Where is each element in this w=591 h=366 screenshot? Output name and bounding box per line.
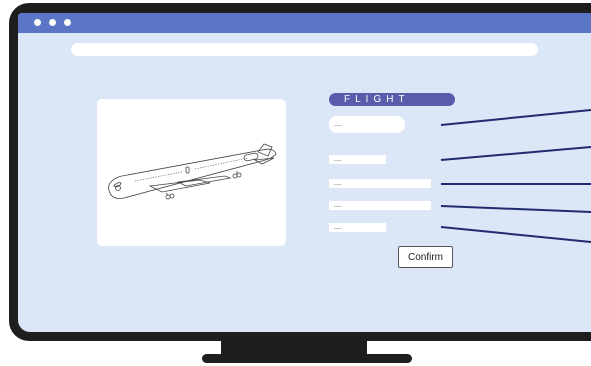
flight-field-3[interactable]: .... <box>329 179 431 188</box>
window-titlebar <box>18 13 591 33</box>
address-bar[interactable] <box>71 43 538 56</box>
form-title: FLIGHT <box>329 93 455 106</box>
airplane-icon <box>108 143 277 200</box>
window-dot-minimize[interactable] <box>49 19 56 26</box>
monitor-stand-neck <box>221 341 367 354</box>
flight-field-5[interactable]: .... <box>329 223 386 232</box>
window-dot-close[interactable] <box>34 19 41 26</box>
airplane-image-card <box>97 99 286 246</box>
flight-field-4[interactable]: .... <box>329 201 431 210</box>
flight-field-2[interactable]: .... <box>329 155 386 164</box>
window-dot-maximize[interactable] <box>64 19 71 26</box>
confirm-button[interactable]: Confirm <box>398 246 453 268</box>
monitor-stand-base <box>202 354 412 363</box>
flight-field-1[interactable]: .... <box>329 116 405 133</box>
screen: FLIGHT .... .... .... .... .... Confirm <box>18 13 591 332</box>
